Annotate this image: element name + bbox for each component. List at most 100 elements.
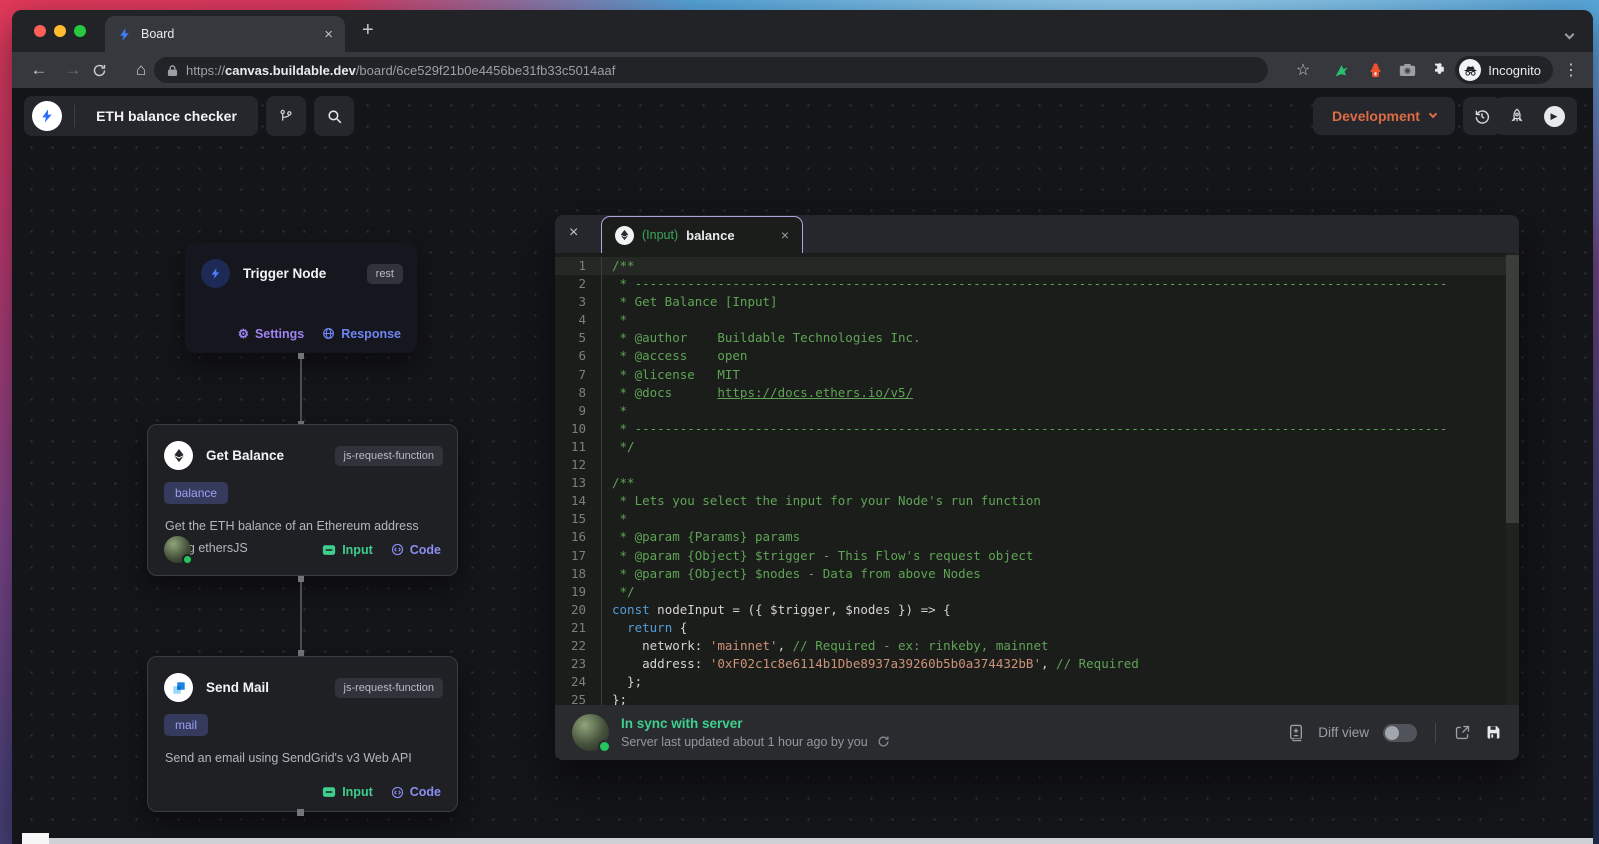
code-line[interactable]: 16 * @param {Params} params [555,528,1519,547]
zoom-window-button[interactable] [74,25,86,37]
flow-canvas[interactable]: ETH balance checker Development ▶ Trigge… [12,88,1593,844]
board-title-group[interactable]: ETH balance checker [24,96,258,136]
incognito-badge: Incognito [1455,56,1553,84]
sync-status: In sync with server [621,716,743,731]
editor-close-button[interactable]: × [569,224,578,242]
save-icon[interactable] [1485,724,1502,741]
tab-close-icon[interactable]: × [324,27,333,42]
new-tab-button[interactable]: + [362,19,374,42]
get-balance-title: Get Balance [206,448,285,463]
code-line[interactable]: 8 * @docs https://docs.ethers.io/v5/ [555,383,1519,402]
send-mail-tag: mail [164,714,209,736]
code-line[interactable]: 11 */ [555,437,1519,457]
reload-icon [93,64,106,76]
close-window-button[interactable] [34,25,46,37]
diff-document-icon [1290,724,1303,741]
code-line[interactable]: 14 * Lets you select the input for your … [555,492,1519,511]
gear-icon: ⚙ [237,327,249,341]
home-button[interactable]: ⌂ [126,60,156,80]
environment-dropdown[interactable]: Development [1313,97,1455,135]
editor-footer: In sync with server Server last updated … [555,705,1519,760]
bookmark-star-button[interactable]: ☆ [1290,52,1316,88]
code-area[interactable]: 1/** 2 * --------------------------------… [555,253,1519,705]
code-line[interactable]: 19 */ [555,582,1519,601]
play-icon: ▶ [1550,110,1558,121]
extensions-puzzle-icon[interactable] [1427,52,1451,88]
scrollbar-thumb[interactable] [1506,255,1519,523]
browser-menu-button[interactable]: ⋮ [1559,52,1583,88]
send-mail-input-link[interactable]: Input [322,785,373,799]
code-label: Code [409,542,441,557]
sync-detail: Server last updated about 1 hour ago by … [621,734,868,749]
refresh-icon[interactable] [876,734,891,749]
code-line[interactable]: 22 network: 'mainnet', // Required - ex:… [555,636,1519,656]
input-icon [323,544,336,555]
open-external-icon[interactable] [1454,724,1471,741]
diff-view-toggle[interactable] [1383,723,1417,742]
get-balance-tag: balance [164,482,229,504]
trigger-node-title: Trigger Node [243,266,327,281]
reload-button[interactable] [92,63,122,78]
code-line[interactable]: 15 * [555,510,1519,529]
code-lines: 1/** 2 * --------------------------------… [555,257,1519,705]
send-mail-badge: js-request-function [334,677,443,698]
code-line[interactable]: 13/** [555,474,1519,493]
code-line[interactable]: 6 * @access open [555,347,1519,366]
play-button[interactable]: ▶ [1543,105,1565,127]
code-line[interactable]: 24 }; [555,673,1519,692]
settings-label: Settings [254,326,305,341]
code-line[interactable]: 1/** [555,257,1519,276]
input-label: Input [342,785,373,799]
tab-search-chevron-icon[interactable] [1564,25,1575,43]
search-button[interactable] [314,96,354,136]
connector-getbalance-to-sendmail [298,576,304,656]
code-line[interactable]: 4 * [555,311,1519,330]
minimize-window-button[interactable] [54,25,66,37]
input-icon [323,787,336,797]
send-mail-code-link[interactable]: Code [391,785,441,799]
trigger-node-card[interactable]: Trigger Node rest ⚙ Settings Response [185,243,417,353]
code-line[interactable]: 2 * ------------------------------------… [555,275,1519,294]
branch-button[interactable] [266,96,306,136]
code-line[interactable]: 10 * -----------------------------------… [555,419,1519,438]
extension-hydrant-icon[interactable] [1363,52,1387,88]
editor-tab-balance[interactable]: (Input) balance × [601,216,803,253]
lock-icon [167,64,178,76]
rocket-icon[interactable] [1508,107,1526,125]
forward-button[interactable]: → [58,60,88,80]
get-balance-code-link[interactable]: Code [391,543,441,557]
extension-camera-icon[interactable] [1395,52,1419,88]
send-mail-node-card[interactable]: Send Mail js-request-function mail Send … [147,656,458,812]
browser-window: Board × + ← → ⌂ https://canvas.buildable… [12,10,1593,844]
trigger-bolt-icon [201,259,230,288]
code-line[interactable]: 7 * @license MIT [555,365,1519,384]
send-mail-title: Send Mail [206,680,270,695]
address-bar[interactable]: https://canvas.buildable.dev/board/6ce52… [154,57,1268,83]
get-balance-input-link[interactable]: Input [322,543,373,557]
code-line[interactable]: 25}; [555,691,1519,705]
trigger-settings-link[interactable]: ⚙ Settings [237,326,305,342]
ethereum-icon [615,225,634,245]
code-line[interactable]: 17 * @param {Object} $trigger - This Flo… [555,546,1519,565]
code-line[interactable]: 21 return { [555,618,1519,637]
url-text: https://canvas.buildable.dev/board/6ce52… [186,63,615,78]
editor-scrollbar[interactable] [1506,253,1519,705]
code-line[interactable]: 5 * @author Buildable Technologies Inc. [555,329,1519,348]
git-branch-icon [280,109,292,121]
back-button[interactable]: ← [24,60,54,80]
code-line[interactable]: 12 [555,456,1519,475]
code-line[interactable]: 23 address: '0xF02c1c8e6114b1Dbe8937a392… [555,655,1519,674]
trigger-response-link[interactable]: Response [322,327,401,341]
extension-bird-icon[interactable] [1329,52,1353,88]
online-status-dot [598,740,611,753]
connector-handle[interactable] [297,809,304,816]
bolt-favicon-icon [120,27,129,41]
code-icon [391,543,403,556]
browser-tab-board[interactable]: Board × [105,16,345,52]
code-line[interactable]: 9 * [555,401,1519,420]
code-line[interactable]: 3 * Get Balance [Input] [555,293,1519,312]
get-balance-node-card[interactable]: Get Balance js-request-function balance … [147,424,458,576]
editor-tab-close-icon[interactable]: × [781,228,789,242]
code-line[interactable]: 20 const nodeInput = ({ $trigger, $nodes … [555,600,1519,619]
code-line[interactable]: 18 * @param {Object} $nodes - Data from … [555,564,1519,583]
